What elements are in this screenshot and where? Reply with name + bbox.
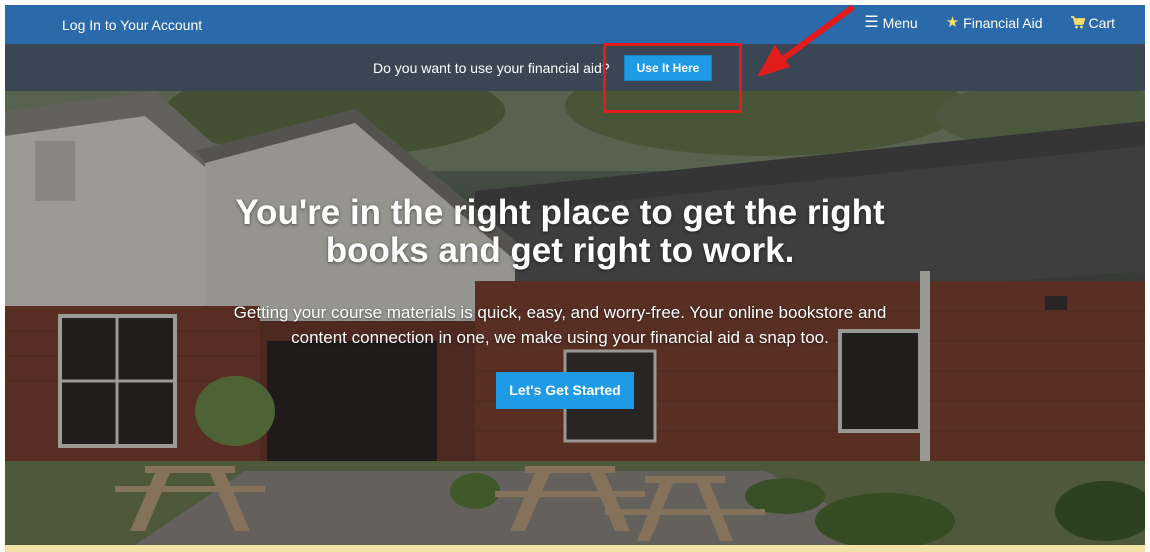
page: Log In to Your Account ☰ Menu ★ Financia…	[5, 5, 1145, 545]
login-link[interactable]: Log In to Your Account	[62, 17, 202, 33]
top-nav-menu: ☰ Menu ★ Financial Aid Cart	[864, 14, 1115, 32]
annotation-arrow	[757, 5, 855, 77]
financial-aid-link[interactable]: ★ Financial Aid	[946, 15, 1043, 31]
hero-headline: You're in the right place to get the rig…	[235, 193, 885, 270]
hero-subtext: Getting your course materials is quick, …	[233, 303, 887, 347]
annotation-highlight-box	[603, 43, 742, 113]
menu-button[interactable]: ☰ Menu	[864, 14, 918, 32]
lets-get-started-button[interactable]: Let's Get Started	[496, 372, 634, 409]
financial-aid-question: Do you want to use your financial aid?	[373, 60, 610, 76]
cart-link[interactable]: Cart	[1070, 15, 1115, 31]
top-navigation-bar: Log In to Your Account ☰ Menu ★ Financia…	[5, 5, 1145, 44]
hero-content: You're in the right place to get the rig…	[5, 91, 1145, 545]
star-icon: ★	[945, 14, 960, 31]
financial-aid-banner: Do you want to use your financial aid? U…	[5, 44, 1145, 91]
hero-section: You're in the right place to get the rig…	[5, 91, 1145, 545]
cart-icon	[1070, 15, 1086, 31]
menu-label: Menu	[882, 15, 918, 31]
footer-strip	[5, 545, 1145, 552]
menu-icon: ☰	[864, 14, 879, 31]
financial-aid-label: Financial Aid	[963, 15, 1043, 31]
cart-label: Cart	[1088, 15, 1115, 31]
